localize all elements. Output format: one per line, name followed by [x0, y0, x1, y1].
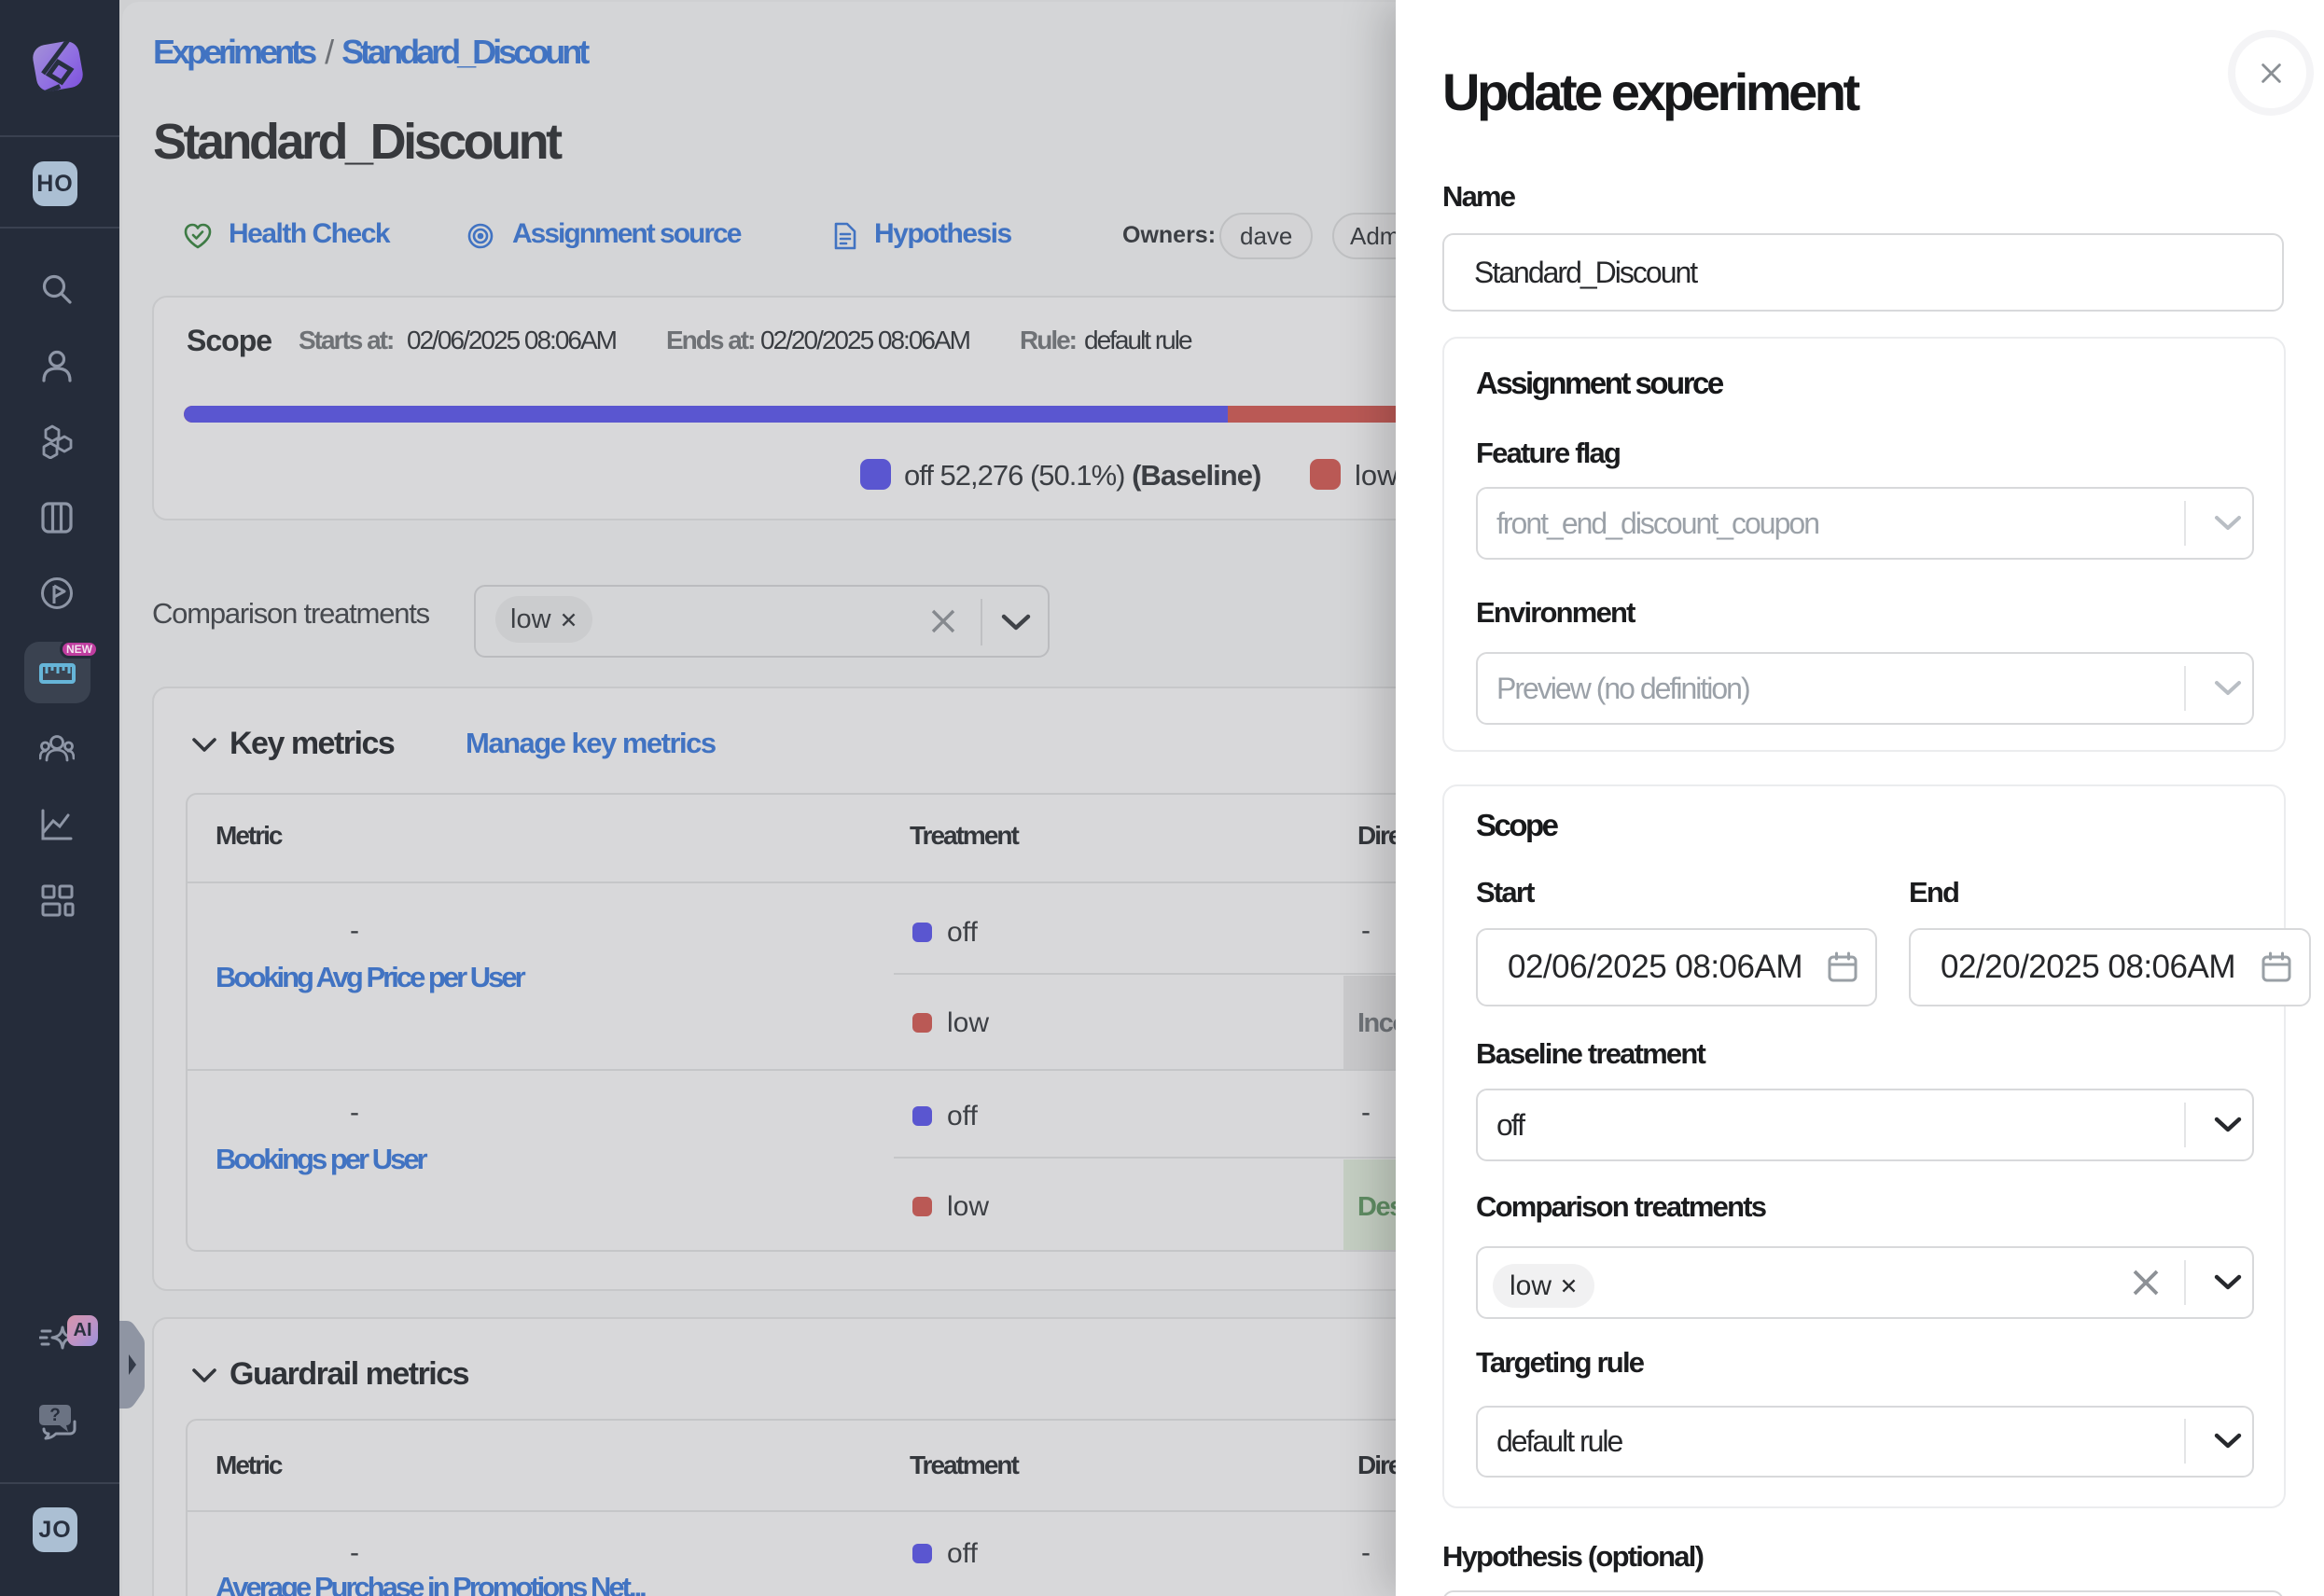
svg-text:?: ? — [49, 1406, 61, 1425]
